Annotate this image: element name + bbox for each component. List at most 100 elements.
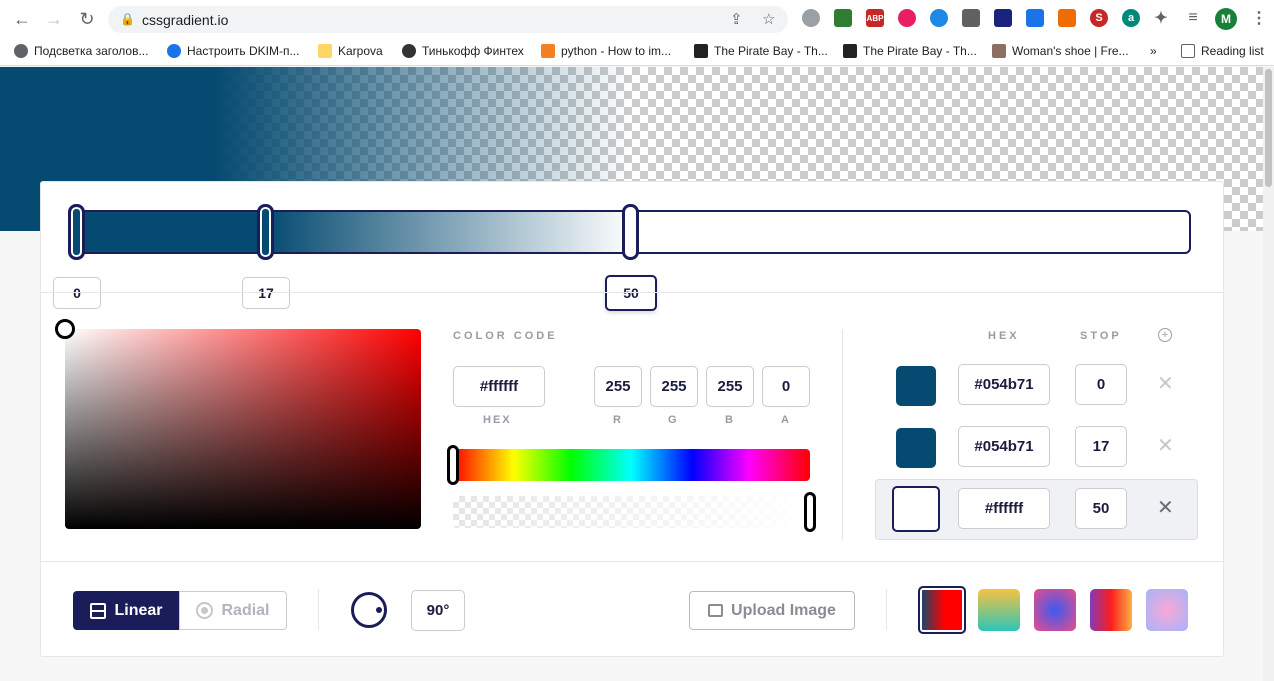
angle-dial-dot	[376, 607, 382, 613]
save-extension-icon[interactable]	[994, 9, 1012, 27]
stop-color-swatch-active[interactable]	[892, 486, 940, 532]
red-input[interactable]: 255	[594, 366, 642, 407]
hex-input[interactable]: #ffffff	[453, 366, 545, 407]
hex-column-header: HEX	[988, 330, 1020, 342]
preset-gradient[interactable]	[1034, 589, 1076, 631]
remove-stop-icon[interactable]: ✕	[1157, 371, 1174, 396]
remove-stop-icon[interactable]: ✕	[1157, 433, 1174, 458]
bookmark-item[interactable]: Тинькофф Финтех	[402, 44, 524, 58]
reading-list-icon	[1181, 44, 1195, 58]
adblock-icon[interactable]: ABP	[866, 9, 884, 27]
alpha-input[interactable]: 0	[762, 366, 810, 407]
kebab-menu-icon[interactable]: ⋮	[1250, 9, 1268, 27]
forward-icon[interactable]: →	[43, 8, 65, 30]
back-icon[interactable]: ←	[11, 8, 33, 30]
globe-icon	[14, 44, 28, 58]
g-caption: G	[668, 414, 679, 426]
blue-input[interactable]: 255	[706, 366, 754, 407]
gradient-stop-handle-50[interactable]	[622, 204, 639, 260]
hue-slider[interactable]	[453, 449, 810, 481]
angle-input[interactable]: 90°	[411, 590, 465, 631]
stop-position-input[interactable]: 50	[1075, 488, 1127, 529]
divider	[842, 329, 843, 540]
bookmark-star-icon[interactable]: ☆	[762, 10, 775, 28]
divider	[318, 589, 319, 630]
site-icon	[167, 44, 181, 58]
url-text: cssgradient.io	[142, 12, 229, 28]
green-input[interactable]: 255	[650, 366, 698, 407]
bookmark-item[interactable]: Karpova	[318, 44, 383, 58]
globe-extension-icon[interactable]	[802, 9, 820, 27]
address-bar[interactable]: 🔒 cssgradient.io ⇪ ☆	[108, 6, 788, 33]
b-caption: B	[725, 414, 735, 426]
saturation-value-picker[interactable]	[65, 329, 421, 529]
scrollbar-thumb[interactable]	[1265, 69, 1272, 187]
extension-icon[interactable]	[1026, 9, 1044, 27]
share-icon[interactable]: ⇪	[730, 10, 743, 28]
add-stop-icon[interactable]: +	[1158, 328, 1172, 342]
remove-stop-icon[interactable]: ✕	[1157, 495, 1174, 520]
reading-list[interactable]: Reading list	[1181, 44, 1264, 58]
stop-hex-input[interactable]: #054b71	[958, 364, 1050, 405]
bookmarks-overflow[interactable]: »	[1150, 44, 1157, 58]
stop-position-label[interactable]: 17	[242, 277, 290, 309]
alpha-slider-knob[interactable]	[804, 492, 816, 532]
chart-extension-icon[interactable]	[1058, 9, 1076, 27]
puzzle-icon[interactable]: ✦	[1152, 9, 1170, 27]
divider	[41, 292, 1223, 293]
bookmark-item[interactable]: Настроить DKIM-п...	[167, 44, 299, 58]
hue-slider-knob[interactable]	[447, 445, 459, 485]
stop-position-label[interactable]: 0	[53, 277, 101, 309]
divider	[41, 561, 1223, 562]
bookmark-item[interactable]: Подсветка заголов...	[14, 44, 148, 58]
browser-toolbar: ← → ↻ 🔒 cssgradient.io ⇪ ☆ ABP S a ✦ ≡ M…	[0, 0, 1274, 38]
bookmark-item[interactable]: python - How to im...	[541, 44, 671, 58]
gradient-stop-handle-0[interactable]	[68, 204, 85, 260]
page-scrollbar[interactable]	[1263, 67, 1274, 681]
stop-column-header: STOP	[1080, 330, 1122, 342]
divider	[886, 589, 887, 630]
bookmark-item[interactable]: The Pirate Bay - Th...	[694, 44, 828, 58]
stop-position-label-active[interactable]: 50	[605, 275, 657, 311]
gradient-stop-handle-17[interactable]	[257, 204, 274, 260]
linear-toggle-button[interactable]: Linear	[73, 591, 180, 630]
preset-gradient[interactable]	[918, 586, 966, 634]
extension-icon[interactable]	[930, 9, 948, 27]
saturation-picker-cursor[interactable]	[55, 319, 75, 339]
hex-caption: HEX	[483, 414, 512, 426]
preset-gradient[interactable]	[1146, 589, 1188, 631]
bookmark-item[interactable]: Woman's shoe | Fre...	[992, 44, 1129, 58]
reload-icon[interactable]: ↻	[76, 8, 98, 30]
preset-gradient[interactable]	[1090, 589, 1132, 631]
extension-icon[interactable]	[834, 9, 852, 27]
stop-position-input[interactable]: 17	[1075, 426, 1127, 467]
a-caption: A	[781, 414, 791, 426]
folder-icon	[318, 44, 332, 58]
angle-dial[interactable]	[351, 592, 387, 628]
bookmark-item[interactable]: The Pirate Bay - Th...	[843, 44, 977, 58]
stop-position-input[interactable]: 0	[1075, 364, 1127, 405]
lock-icon: 🔒	[120, 12, 135, 26]
stop-color-swatch[interactable]	[896, 428, 936, 468]
site-icon	[992, 44, 1006, 58]
color-code-label: COLOR CODE	[453, 330, 558, 342]
radial-toggle-button[interactable]: Radial	[179, 591, 287, 630]
r-caption: R	[613, 414, 623, 426]
extension-icon[interactable]	[898, 9, 916, 27]
site-icon	[402, 44, 416, 58]
extension-icon[interactable]: S	[1090, 9, 1108, 27]
stop-hex-input[interactable]: #054b71	[958, 426, 1050, 467]
bookmarks-bar: Подсветка заголов... Настроить DKIM-п...…	[0, 38, 1274, 66]
stop-hex-input[interactable]: #ffffff	[958, 488, 1050, 529]
profile-avatar[interactable]: M	[1215, 8, 1237, 30]
extension-icon[interactable]	[962, 9, 980, 27]
image-icon	[708, 604, 724, 617]
upload-image-button[interactable]: Upload Image	[689, 591, 855, 630]
radial-icon	[196, 602, 214, 619]
media-control-icon[interactable]: ≡	[1184, 9, 1202, 27]
preset-gradient[interactable]	[978, 589, 1020, 631]
alpha-slider[interactable]	[453, 496, 810, 528]
stop-color-swatch[interactable]	[896, 366, 936, 406]
pirate-ship-icon	[694, 44, 708, 58]
extension-icon[interactable]: a	[1122, 9, 1140, 27]
